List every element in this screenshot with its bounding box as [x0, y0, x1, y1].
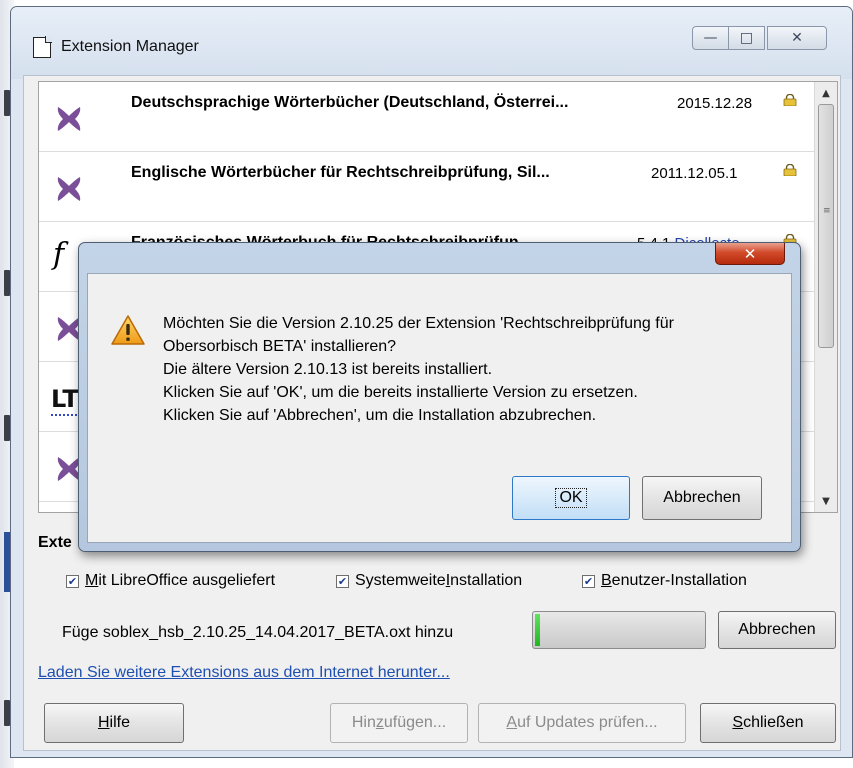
confirm-install-dialog: ✕ Möchten Sie die Version 2.10.25 der Ex…: [78, 242, 801, 552]
checkbox-label-part: it LibreOffice ausgeliefert: [98, 572, 276, 589]
dialog-content: Möchten Sie die Version 2.10.25 der Exte…: [87, 273, 792, 543]
scroll-up-button[interactable]: ▲: [815, 82, 837, 104]
install-progress-bar: [532, 611, 706, 649]
extension-row[interactable]: Deutschsprachige Wörterbücher (Deutschla…: [39, 82, 815, 152]
close-icon: ✕: [743, 244, 757, 263]
button-mnemonic: S: [732, 714, 744, 731]
extension-version: 2011.12.05.1: [651, 165, 738, 182]
scroll-down-button[interactable]: ▼: [815, 490, 837, 512]
window-title: Extension Manager: [61, 38, 199, 55]
close-icon: ✕: [791, 30, 803, 46]
add-extension-button[interactable]: Hin z ufügen...: [330, 703, 468, 743]
checkbox-shared[interactable]: ✔ Systemweite Installation: [336, 572, 522, 590]
vertical-scrollbar[interactable]: ▲ ≡ ▼: [814, 82, 837, 512]
filter-section-title: Exte: [38, 534, 72, 551]
minimize-icon: —: [703, 30, 718, 46]
puzzle-icon: [54, 104, 84, 134]
dialog-message-line: Obersorbisch BETA' installieren?: [163, 338, 397, 355]
checkbox-bundled[interactable]: ✔ Mit LibreOffice ausgeliefert: [66, 572, 275, 590]
document-icon: [33, 36, 52, 58]
close-window-button[interactable]: ✕: [767, 26, 827, 50]
checkbox-user[interactable]: ✔ Benutzer-Installation: [582, 572, 747, 590]
warning-icon: [111, 315, 145, 345]
dialog-cancel-button[interactable]: Abbrechen: [642, 476, 762, 520]
button-mnemonic: z: [375, 714, 384, 731]
extension-row[interactable]: Englische Wörterbücher für Rechtschreibp…: [39, 152, 815, 222]
arrow-down-icon: ▼: [822, 495, 830, 507]
dialog-message-line: Klicken Sie auf 'OK', um die bereits ins…: [163, 384, 638, 401]
button-mnemonic: H: [97, 714, 110, 731]
extension-name: Englische Wörterbücher für Rechtschreibp…: [131, 164, 550, 181]
help-button[interactable]: Hilfe: [44, 703, 184, 743]
checkbox-box[interactable]: ✔: [336, 574, 349, 588]
button-label: ilfe: [109, 714, 130, 731]
extension-name: Deutschsprachige Wörterbücher (Deutschla…: [131, 94, 569, 111]
cancel-install-button[interactable]: Abbrechen: [718, 611, 836, 649]
check-updates-button[interactable]: Auf Updates prüfen...: [478, 703, 686, 743]
button-label: ufügen...: [383, 714, 447, 731]
button-label: Hin: [351, 714, 376, 731]
progress-fill: [535, 614, 540, 646]
maximize-icon: □: [739, 30, 754, 46]
button-mnemonic: A: [506, 714, 518, 731]
title-bar[interactable]: Extension Manager — □ ✕: [11, 7, 852, 79]
checkbox-label-mnemonic: B: [601, 572, 612, 589]
extension-version: 2015.12.28: [677, 95, 753, 112]
checkbox-label-part: Systemweite: [355, 572, 446, 589]
get-more-extensions-link[interactable]: Laden Sie weitere Extensions aus dem Int…: [38, 664, 450, 682]
lock-icon: [783, 92, 797, 107]
button-label: chließen: [743, 714, 804, 731]
checkbox-label-mnemonic: M: [85, 572, 99, 589]
scroll-thumb[interactable]: ≡: [818, 104, 834, 348]
lock-icon: [783, 162, 797, 177]
ok-button[interactable]: OK: [512, 476, 630, 520]
dialog-message-line: Klicken Sie auf 'Abbrechen', um die Inst…: [163, 407, 597, 424]
checkbox-box[interactable]: ✔: [582, 574, 595, 588]
arrow-up-icon: ▲: [822, 87, 830, 99]
languagetool-icon: LT: [51, 384, 81, 416]
install-status-text: Füge soblex_hsb_2.10.25_14.04.2017_BETA.…: [62, 624, 454, 641]
dialog-message-line: Die ältere Version 2.10.13 ist bereits i…: [163, 361, 493, 378]
minimize-button[interactable]: —: [692, 26, 729, 50]
checkbox-box[interactable]: ✔: [66, 574, 79, 588]
dialog-close-button[interactable]: ✕: [715, 243, 785, 265]
button-label: OK: [555, 488, 587, 508]
checkbox-label-part: nstallation: [450, 572, 523, 589]
puzzle-icon: [54, 174, 84, 204]
grip-icon: ≡: [823, 206, 831, 216]
button-label: uf Updates prüfen...: [517, 714, 658, 731]
checkbox-label-part: enutzer-Installation: [611, 572, 747, 589]
dialog-message-line: Möchten Sie die Version 2.10.25 der Exte…: [163, 315, 674, 332]
maximize-button[interactable]: □: [728, 26, 765, 50]
close-button[interactable]: Schließen: [700, 703, 836, 743]
dialog-message: Möchten Sie die Version 2.10.25 der Exte…: [163, 312, 674, 427]
